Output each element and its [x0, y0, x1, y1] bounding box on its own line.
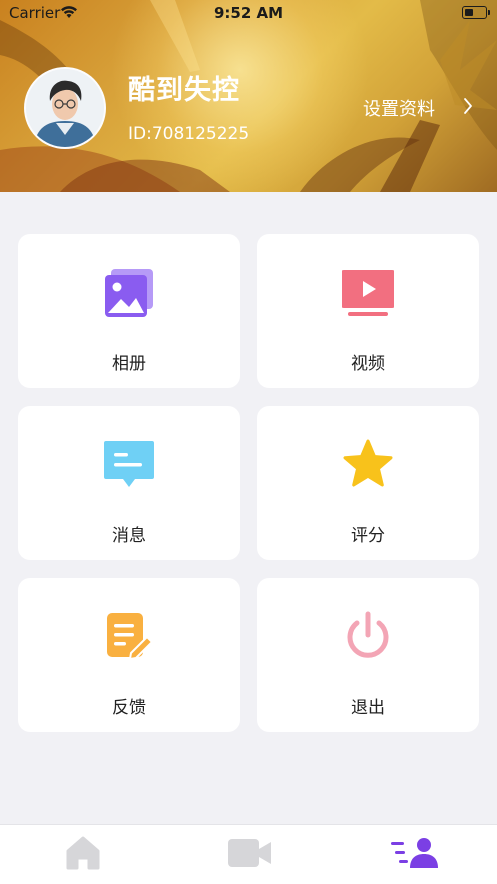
tab-bar — [0, 824, 497, 884]
battery-icon — [462, 6, 490, 19]
star-icon — [343, 439, 393, 487]
feedback-icon — [107, 613, 154, 661]
avatar-photo — [26, 69, 104, 147]
menu-item-rating[interactable]: 评分 — [257, 406, 479, 560]
message-icon — [104, 441, 154, 487]
tab-video[interactable] — [224, 833, 274, 873]
menu-item-feedback[interactable]: 反馈 — [18, 578, 240, 732]
settings-profile-link[interactable]: 设置资料 — [363, 95, 473, 121]
chevron-right-icon — [464, 98, 472, 114]
menu-item-label: 退出 — [351, 698, 385, 718]
menu-item-label: 评分 — [351, 526, 385, 546]
user-id: ID:708125225 — [128, 124, 250, 144]
menu-item-label: 消息 — [112, 526, 146, 546]
menu-item-logout[interactable]: 退出 — [257, 578, 479, 732]
tab-profile[interactable] — [388, 833, 438, 873]
avatar[interactable] — [24, 67, 106, 149]
menu-item-label: 视频 — [351, 354, 385, 374]
menu-item-label: 反馈 — [112, 698, 146, 718]
menu-item-messages[interactable]: 消息 — [18, 406, 240, 560]
tab-home[interactable] — [58, 833, 108, 873]
menu-item-album[interactable]: 相册 — [18, 234, 240, 388]
video-camera-icon — [228, 839, 271, 867]
power-icon — [347, 611, 389, 658]
username: 酷到失控 — [128, 75, 240, 106]
status-bar: Carrier 9:52 AM — [0, 0, 497, 26]
profile-header: Carrier 9:52 AM 酷到失控 ID:708125225 设置资料 — [0, 0, 497, 192]
clock: 9:52 AM — [213, 4, 284, 22]
settings-profile-label: 设置资料 — [363, 99, 435, 120]
profile-list-icon — [391, 838, 438, 868]
menu-item-video[interactable]: 视频 — [257, 234, 479, 388]
video-icon — [342, 270, 394, 316]
menu-item-label: 相册 — [112, 354, 146, 374]
home-icon — [66, 836, 100, 870]
photo-album-icon — [105, 269, 153, 317]
